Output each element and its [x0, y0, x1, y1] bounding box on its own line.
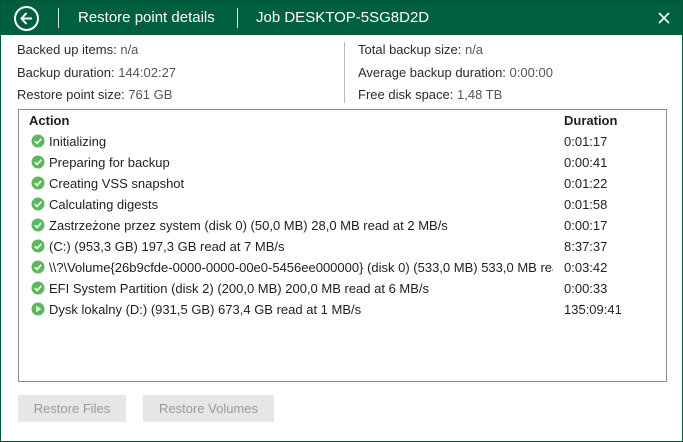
check-circle-icon: [31, 239, 45, 253]
free-disk-space-label: Free disk space:: [358, 87, 454, 102]
job-name: Job DESKTOP-5SG8D2D: [256, 9, 430, 26]
action-text: EFI System Partition (disk 2) (200,0 MB)…: [49, 281, 430, 296]
duration-text: 135:09:41: [564, 302, 622, 317]
backed-up-items-value: n/a: [120, 42, 139, 57]
close-icon: [658, 12, 670, 24]
restore-files-button[interactable]: Restore Files: [18, 395, 126, 422]
play-circle-icon: [31, 302, 45, 316]
check-circle-icon: [31, 134, 45, 148]
duration-text: 8:37:37: [564, 239, 608, 254]
average-backup-duration-value: 0:00:00: [509, 65, 553, 80]
backup-duration-label: Backup duration:: [17, 65, 115, 80]
total-backup-size: Total backup size: n/a: [358, 42, 483, 57]
duration-text: 0:01:58: [564, 197, 608, 212]
list-item[interactable]: Calculating digests 0:01:58: [19, 195, 666, 216]
restore-point-size-label: Restore point size:: [17, 87, 125, 102]
close-button[interactable]: [655, 9, 673, 27]
duration-text: 0:00:33: [564, 281, 608, 296]
average-backup-duration-label: Average backup duration:: [358, 65, 506, 80]
column-header-action[interactable]: Action: [29, 113, 69, 128]
backup-duration-value: 144:02:27: [118, 65, 177, 80]
title-separator: [58, 8, 59, 28]
restore-point-size: Restore point size: 761 GB: [17, 87, 172, 102]
duration-text: 0:01:22: [564, 176, 608, 191]
action-text: \\?\Volume{26b9cfde-0000-0000-00e0-5456e…: [49, 260, 553, 275]
list-item[interactable]: (C:) (953,3 GB) 197,3 GB read at 7 MB/s …: [19, 237, 666, 258]
list-item[interactable]: Zastrzeżone przez system (disk 0) (50,0 …: [19, 216, 666, 237]
total-backup-size-label: Total backup size:: [358, 42, 462, 57]
check-circle-icon: [31, 176, 45, 190]
title-separator: [237, 8, 238, 28]
duration-text: 0:03:42: [564, 260, 608, 275]
average-backup-duration: Average backup duration: 0:00:00: [358, 65, 553, 80]
action-text: Dysk lokalny (D:) (931,5 GB) 673,4 GB re…: [49, 302, 362, 317]
check-circle-icon: [31, 197, 45, 211]
action-text: Zastrzeżone przez system (disk 0) (50,0 …: [49, 218, 448, 233]
restore-point-details-window: Restore point details Job DESKTOP-5SG8D2…: [0, 0, 683, 442]
action-text: Calculating digests: [49, 197, 159, 212]
restore-point-size-value: 761 GB: [128, 87, 173, 102]
check-circle-icon: [31, 155, 45, 169]
duration-text: 0:00:17: [564, 218, 608, 233]
total-backup-size-value: n/a: [464, 42, 484, 57]
free-disk-space-value: 1,48 TB: [457, 87, 503, 102]
list-item[interactable]: Preparing for backup 0:00:41: [19, 153, 666, 174]
summary-divider: [344, 42, 345, 103]
restore-volumes-button[interactable]: Restore Volumes: [143, 395, 274, 422]
title-bar: Restore point details Job DESKTOP-5SG8D2…: [1, 1, 682, 35]
action-list[interactable]: Action Duration Initializing 0:01:17 Pre…: [18, 109, 667, 382]
duration-text: 0:00:41: [564, 155, 608, 170]
backup-duration: Backup duration: 144:02:27: [17, 65, 176, 80]
window-title: Restore point details: [78, 9, 215, 26]
column-header-duration[interactable]: Duration: [564, 113, 617, 128]
backed-up-items-label: Backed up items:: [17, 42, 117, 57]
check-circle-icon: [31, 218, 45, 232]
action-text: Initializing: [49, 134, 107, 149]
check-circle-icon: [31, 260, 45, 274]
back-arrow-icon: [20, 12, 32, 25]
list-item[interactable]: Dysk lokalny (D:) (931,5 GB) 673,4 GB re…: [19, 300, 666, 321]
back-button[interactable]: [14, 6, 39, 31]
list-item[interactable]: EFI System Partition (disk 2) (200,0 MB)…: [19, 279, 666, 300]
action-text: Preparing for backup: [49, 155, 170, 170]
list-item[interactable]: \\?\Volume{26b9cfde-0000-0000-00e0-5456e…: [19, 258, 666, 279]
backed-up-items: Backed up items: n/a: [17, 42, 138, 57]
list-item[interactable]: Initializing 0:01:17: [19, 132, 666, 153]
duration-text: 0:01:17: [564, 134, 608, 149]
action-text: (C:) (953,3 GB) 197,3 GB read at 7 MB/s: [49, 239, 285, 254]
action-text: Creating VSS snapshot: [49, 176, 185, 191]
free-disk-space: Free disk space: 1,48 TB: [358, 87, 502, 102]
check-circle-icon: [31, 281, 45, 295]
list-item[interactable]: Creating VSS snapshot 0:01:22: [19, 174, 666, 195]
